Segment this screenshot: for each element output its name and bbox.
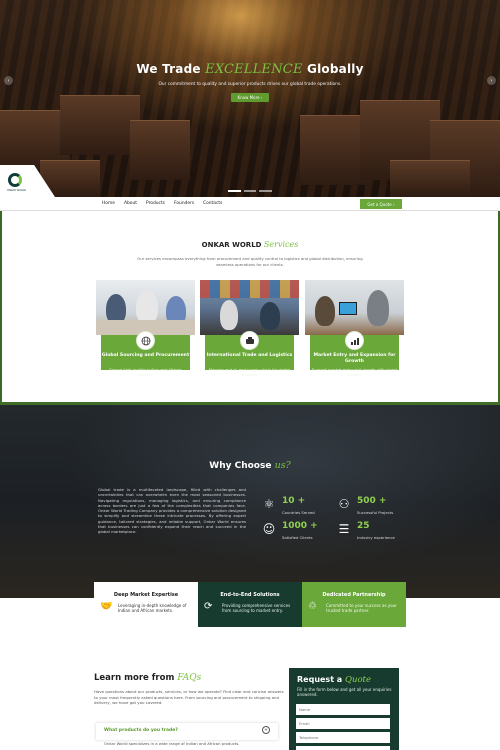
message-field[interactable] [296, 746, 390, 750]
main-nav: Home About Products Founders Contacts Ge… [0, 197, 500, 211]
plus-icon: + [264, 727, 268, 733]
hero-subtitle: Our commitment to quality and superior p… [158, 82, 342, 87]
card-description: Source high-quality Indian and African p… [109, 367, 182, 377]
cycle-icon: ⟳ [204, 601, 213, 612]
feature-card: Dedicated Partnership ♲ Committed to you… [302, 582, 406, 627]
card-title: International Trade and Logistics [206, 353, 293, 358]
feature-description: Providing comprehensive services from so… [222, 603, 291, 614]
stat-number: 25 [357, 521, 370, 531]
carousel-dot[interactable] [243, 190, 257, 192]
container-stack [130, 120, 190, 180]
quote-form-subtitle: Fill in the form below and get all your … [297, 687, 392, 698]
chevron-right-icon: › [260, 95, 263, 100]
feature-title: End-to-End Solutions [220, 592, 280, 598]
chevron-right-icon: › [392, 201, 395, 207]
service-card[interactable]: Global Sourcing and Procurement Source h… [96, 280, 195, 392]
chevron-left-icon: ‹ [7, 77, 10, 84]
carousel-indicators [228, 190, 273, 192]
stat-label: Successful Projects [357, 510, 394, 515]
feature-title: Dedicated Partnership [322, 592, 386, 598]
carousel-dot[interactable] [259, 190, 273, 192]
card-title: Global Sourcing and Procurement [101, 353, 190, 358]
container-stack [390, 160, 470, 197]
stat-label: Satisfied Clients [282, 535, 313, 540]
feature-card: Deep Market Expertise 🤝 Leveraging in-de… [94, 582, 198, 627]
stat-label: Countries Served [282, 510, 315, 515]
carousel-dot[interactable] [228, 190, 241, 192]
faq-question[interactable]: What products do you trade? [104, 728, 178, 733]
partnership-icon: ♲ [308, 601, 317, 612]
nav-founders[interactable]: Founders [174, 201, 194, 206]
document-icon: ☰ [338, 522, 350, 536]
smile-icon: ☺ [262, 522, 276, 536]
service-card[interactable]: International Trade and Logistics Manage… [200, 280, 299, 392]
name-field[interactable] [296, 704, 390, 715]
nav-home[interactable]: Home [102, 201, 115, 206]
why-choose-title: Why Choose us? [209, 460, 291, 471]
email-field[interactable] [296, 718, 390, 729]
service-card[interactable]: Market Entry and Expansion for Growth Su… [305, 280, 404, 392]
faq-title: Learn more from FAQs [94, 673, 202, 683]
stat-number: 10 + [282, 496, 306, 506]
why-choose-section [0, 402, 500, 598]
stat-number: 1000 + [282, 521, 318, 531]
globe-icon [136, 331, 155, 350]
chevron-right-icon: › [490, 77, 493, 84]
faq-toggle-button[interactable]: + [262, 726, 270, 734]
carousel-prev-button[interactable]: ‹ [4, 76, 13, 85]
card-description: Support market entry and growth with sma… [311, 367, 398, 377]
feature-description: Committed to your success as your truste… [326, 603, 397, 614]
office-meeting-photo [96, 280, 195, 335]
telephone-field[interactable] [296, 732, 390, 743]
why-choose-text: Global trade is a multifaceted landscape… [98, 487, 246, 535]
nav-products[interactable]: Products [146, 201, 165, 206]
get-quote-button[interactable]: Get a Quote › [360, 199, 402, 209]
card-title: Market Entry and Expansion for Growth [313, 353, 396, 364]
warehouse-photo [200, 280, 299, 335]
services-title: ONKAR WORLD Services [201, 240, 299, 249]
handshake-icon [240, 331, 259, 350]
business-meeting-photo [305, 280, 404, 335]
services-description: Our services encompass everything from p… [137, 256, 363, 267]
know-more-button[interactable]: Know More › [231, 93, 269, 102]
carousel-next-button[interactable]: › [487, 76, 496, 85]
feature-title: Deep Market Expertise [113, 592, 179, 598]
feature-card: End-to-End Solutions ⟳ Providing compreh… [198, 582, 302, 627]
chart-icon [345, 331, 364, 350]
hero-title: We Trade EXCELLENCE Globally [136, 62, 364, 77]
container-stack [60, 95, 140, 155]
faq-description: Have questions about our products, servi… [94, 689, 284, 705]
stat-number: 500 + [357, 496, 387, 506]
logo-icon[interactable] [8, 173, 22, 187]
card-description: Manage end-to-end supply chain for globa… [208, 367, 291, 377]
handshake-icon: 🤝 [100, 601, 113, 612]
feature-description: Leveraging in-depth knowledge of Indian … [118, 603, 187, 614]
team-icon: ⚇ [338, 497, 350, 511]
network-icon: ⚛ [263, 497, 275, 511]
stat-label: Industry experience [357, 535, 395, 540]
nav-contacts[interactable]: Contacts [203, 201, 222, 206]
logo-text: ONKAR WORLD [7, 189, 27, 192]
nav-about[interactable]: About [124, 201, 137, 206]
faq-answer: Onkar World specializes in a wide range … [104, 741, 240, 746]
quote-form-title: Request a Quote [297, 675, 372, 685]
